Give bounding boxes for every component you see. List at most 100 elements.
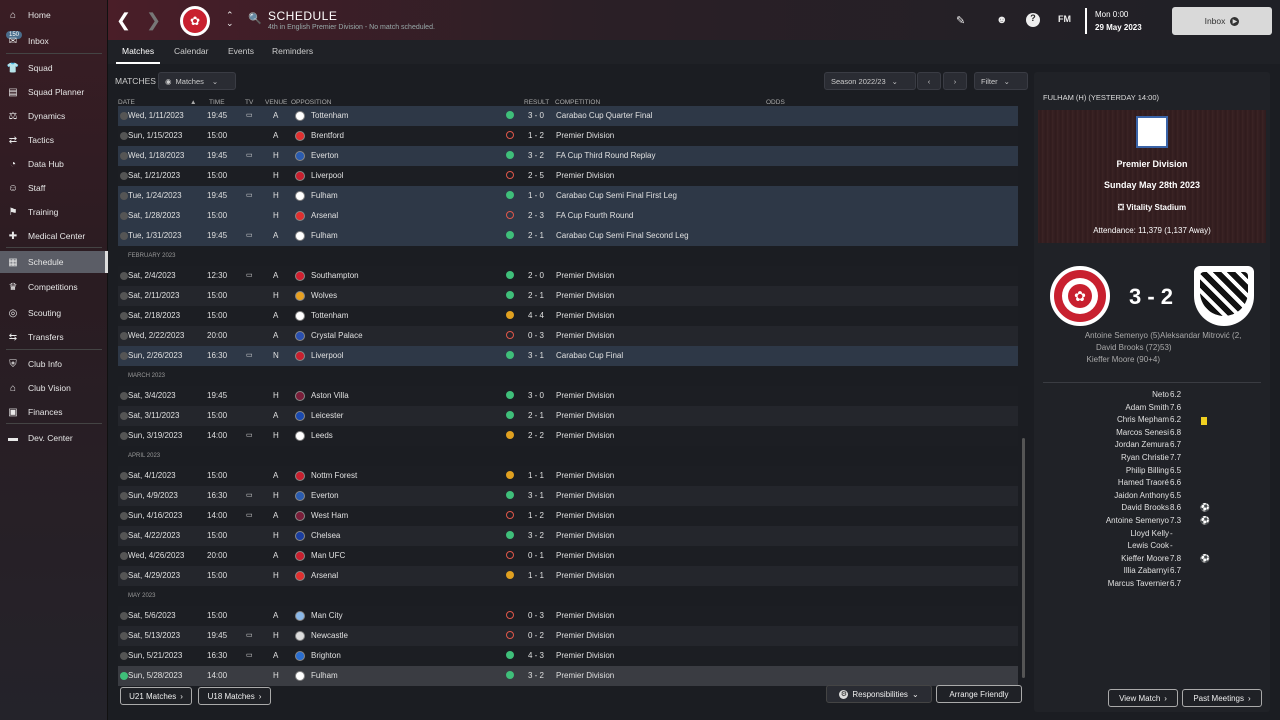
row-select-icon[interactable] bbox=[120, 232, 128, 240]
tab-events[interactable]: Events bbox=[228, 46, 254, 56]
table-row[interactable]: Wed, 4/26/2023 20:00 A Man UFC 0 - 1 Premier … bbox=[118, 546, 1018, 566]
row-select-icon[interactable] bbox=[120, 512, 128, 520]
col-competition[interactable]: COMPETITION bbox=[555, 99, 600, 106]
fixture-opponent[interactable]: Arsenal bbox=[311, 211, 338, 220]
row-select-icon[interactable] bbox=[120, 492, 128, 500]
table-row[interactable]: Sat, 4/29/2023 15:00 H Arsenal 1 - 1 Premier … bbox=[118, 566, 1018, 586]
row-select-icon[interactable] bbox=[120, 672, 128, 680]
row-select-icon[interactable] bbox=[120, 432, 128, 440]
sidebar-item-transfers[interactable]: ⇆ Transfers bbox=[0, 326, 108, 348]
fixture-opponent[interactable]: Crystal Palace bbox=[311, 331, 363, 340]
view-dropdown[interactable]: ◉ Matches ⌄ bbox=[158, 72, 236, 90]
player-name[interactable]: Marcus Tavernier bbox=[1108, 579, 1169, 588]
fixture-opponent[interactable]: Fulham bbox=[311, 231, 338, 240]
player-name[interactable]: Philip Billing bbox=[1126, 466, 1169, 475]
col-date[interactable]: DATE bbox=[118, 99, 135, 106]
sidebar-item-medical-center[interactable]: ✚ Medical Center bbox=[0, 225, 108, 247]
table-row[interactable]: Sun, 4/16/2023 14:00 ▭ A West Ham 1 - 2 Premie… bbox=[118, 506, 1018, 526]
fixture-opponent[interactable]: Tottenham bbox=[311, 311, 348, 320]
row-select-icon[interactable] bbox=[120, 152, 128, 160]
player-name[interactable]: Neto bbox=[1152, 390, 1169, 399]
sidebar-item-dev-center[interactable]: ▬ Dev. Center bbox=[0, 427, 108, 449]
row-select-icon[interactable] bbox=[120, 612, 128, 620]
sidebar-item-home[interactable]: ⌂ Home bbox=[0, 4, 108, 26]
fixture-opponent[interactable]: Chelsea bbox=[311, 531, 340, 540]
sidebar-item-competitions[interactable]: ♛ Competitions bbox=[0, 276, 108, 298]
player-name[interactable]: Marcos Senesi bbox=[1116, 428, 1169, 437]
player-name[interactable]: Chris Mepham bbox=[1117, 415, 1169, 424]
row-select-icon[interactable] bbox=[120, 212, 128, 220]
help-icon[interactable]: ? bbox=[1026, 13, 1040, 27]
table-row[interactable]: Sat, 1/28/2023 15:00 H Arsenal 2 - 3 FA Cup F… bbox=[118, 206, 1018, 226]
fixture-opponent[interactable]: Tottenham bbox=[311, 111, 348, 120]
fixture-opponent[interactable]: West Ham bbox=[311, 511, 348, 520]
sidebar-item-inbox[interactable]: ✉ Inbox bbox=[0, 30, 108, 52]
home-team-crest[interactable]: ✿ bbox=[1050, 266, 1110, 326]
filter-dropdown[interactable]: Filter ⌄ bbox=[974, 72, 1028, 90]
fixture-opponent[interactable]: Leicester bbox=[311, 411, 343, 420]
row-select-icon[interactable] bbox=[120, 332, 128, 340]
table-row[interactable]: Wed, 1/18/2023 19:45 ▭ H Everton 3 - 2 FA Cup … bbox=[118, 146, 1018, 166]
player-name[interactable]: Lewis Cook bbox=[1128, 541, 1169, 550]
table-row[interactable]: Sat, 5/6/2023 15:00 A Man City 0 - 3 Premier … bbox=[118, 606, 1018, 626]
fixture-opponent[interactable]: Man City bbox=[311, 611, 343, 620]
row-select-icon[interactable] bbox=[120, 572, 128, 580]
table-row[interactable]: Sun, 1/15/2023 15:00 A Brentford 1 - 2 Premie… bbox=[118, 126, 1018, 146]
fixture-opponent[interactable]: Liverpool bbox=[311, 171, 343, 180]
sidebar-item-club-info[interactable]: ⛨ Club Info bbox=[0, 353, 108, 375]
tab-calendar[interactable]: Calendar bbox=[174, 46, 209, 56]
col-venue[interactable]: VENUE bbox=[265, 99, 287, 106]
table-row[interactable]: Tue, 1/24/2023 19:45 ▭ H Fulham 1 - 0 Carabao … bbox=[118, 186, 1018, 206]
fixture-opponent[interactable]: Brentford bbox=[311, 131, 344, 140]
table-row[interactable]: Sat, 2/4/2023 12:30 ▭ A Southampton 2 - 0 Prem… bbox=[118, 266, 1018, 286]
col-time[interactable]: TIME bbox=[209, 99, 225, 106]
fixture-opponent[interactable]: Man UFC bbox=[311, 551, 345, 560]
sidebar-item-squad-planner[interactable]: ▤ Squad Planner bbox=[0, 81, 108, 103]
away-team-crest[interactable] bbox=[1194, 266, 1254, 326]
fixture-opponent[interactable]: Nottm Forest bbox=[311, 471, 357, 480]
player-name[interactable]: Antoine Semenyo bbox=[1106, 516, 1169, 525]
table-row[interactable]: Tue, 1/31/2023 19:45 ▭ A Fulham 2 - 1 Carabao … bbox=[118, 226, 1018, 246]
row-select-icon[interactable] bbox=[120, 292, 128, 300]
sidebar-item-club-vision[interactable]: ⌂ Club Vision bbox=[0, 377, 108, 399]
table-row[interactable]: Sat, 5/13/2023 19:45 ▭ H Newcastle 0 - 2 Premi… bbox=[118, 626, 1018, 646]
row-select-icon[interactable] bbox=[120, 132, 128, 140]
player-name[interactable]: David Brooks bbox=[1121, 503, 1169, 512]
row-select-icon[interactable] bbox=[120, 392, 128, 400]
table-row[interactable]: Sat, 2/18/2023 15:00 A Tottenham 4 - 4 Premie… bbox=[118, 306, 1018, 326]
table-row[interactable]: Wed, 2/22/2023 20:00 A Crystal Palace 0 - 3 P… bbox=[118, 326, 1018, 346]
sidebar-item-training[interactable]: ⚑ Training bbox=[0, 201, 108, 223]
game-date[interactable]: Mon 0:00 29 May 2023 bbox=[1085, 8, 1142, 34]
fixture-opponent[interactable]: Aston Villa bbox=[311, 391, 349, 400]
fixture-opponent[interactable]: Wolves bbox=[311, 291, 337, 300]
inbox-button[interactable]: Inbox ▶ bbox=[1172, 7, 1272, 35]
past-meetings-button[interactable]: Past Meetings › bbox=[1182, 689, 1262, 707]
col-opposition[interactable]: OPPOSITION bbox=[291, 99, 331, 106]
table-row[interactable]: Sun, 5/21/2023 16:30 ▭ A Brighton 4 - 3 Premie… bbox=[118, 646, 1018, 666]
sidebar-item-tactics[interactable]: ⇄ Tactics bbox=[0, 129, 108, 151]
fixture-opponent[interactable]: Newcastle bbox=[311, 631, 348, 640]
tab-reminders[interactable]: Reminders bbox=[272, 46, 313, 56]
fixture-opponent[interactable]: Leeds bbox=[311, 431, 333, 440]
row-select-icon[interactable] bbox=[120, 172, 128, 180]
player-name[interactable]: Lloyd Kelly bbox=[1130, 529, 1169, 538]
sidebar-item-scouting[interactable]: ◎ Scouting bbox=[0, 302, 108, 324]
manager-icon[interactable]: ☻ bbox=[996, 14, 1008, 26]
fm-logo[interactable]: FM bbox=[1058, 14, 1071, 24]
table-row[interactable]: Sun, 4/9/2023 16:30 ▭ H Everton 3 - 1 Premier … bbox=[118, 486, 1018, 506]
club-switch-icon[interactable]: ⌃ ⌄ bbox=[226, 11, 234, 28]
row-select-icon[interactable] bbox=[120, 532, 128, 540]
fixture-opponent[interactable]: Southampton bbox=[311, 271, 359, 280]
table-row[interactable]: Sat, 4/1/2023 15:00 A Nottm Forest 1 - 1 Prem… bbox=[118, 466, 1018, 486]
player-name[interactable]: Ryan Christie bbox=[1121, 453, 1169, 462]
club-crest[interactable]: ✿ bbox=[180, 6, 210, 36]
u21-matches-button[interactable]: U21 Matches › bbox=[120, 687, 192, 705]
table-row[interactable]: Wed, 1/11/2023 19:45 ▭ A Tottenham 3 - 0 Carab… bbox=[118, 106, 1018, 126]
row-select-icon[interactable] bbox=[120, 412, 128, 420]
table-row[interactable]: Sun, 5/28/2023 14:00 H Fulham 3 - 2 Premier D… bbox=[118, 666, 1018, 686]
sidebar-item-finances[interactable]: ▣ Finances bbox=[0, 401, 108, 423]
view-match-button[interactable]: View Match › bbox=[1108, 689, 1178, 707]
prev-season-button[interactable]: ‹ bbox=[917, 72, 941, 90]
fixture-opponent[interactable]: Arsenal bbox=[311, 571, 338, 580]
fixture-opponent[interactable]: Fulham bbox=[311, 191, 338, 200]
